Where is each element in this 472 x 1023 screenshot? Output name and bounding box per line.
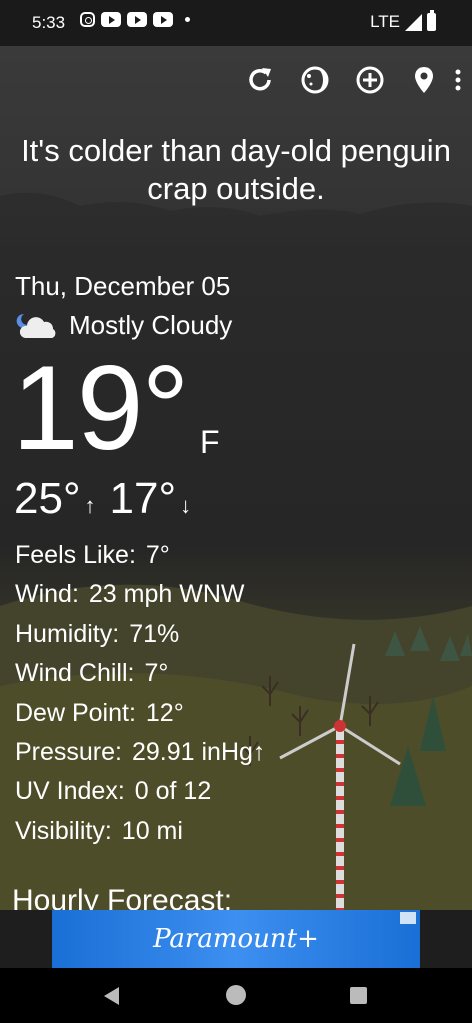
- detail-label: Visibility:: [15, 816, 112, 845]
- refresh-icon[interactable]: [244, 64, 276, 96]
- detail-wind-chill: Wind Chill: 7°: [15, 654, 265, 693]
- system-status: LTE: [370, 10, 436, 32]
- low-temp: 17°: [109, 474, 177, 523]
- detail-label: Wind Chill:: [15, 659, 135, 688]
- high-low-temps: 25° ↑ 17° ↓: [14, 474, 205, 524]
- detail-value: 7°: [144, 659, 169, 688]
- notification-icons: [80, 12, 190, 27]
- detail-value: 29.91 inHg↑: [131, 738, 266, 767]
- youtube-icon: [101, 12, 121, 27]
- ad-banner[interactable]: Paramount+: [52, 910, 420, 968]
- detail-value: 71%: [129, 619, 180, 648]
- home-icon[interactable]: [226, 985, 246, 1005]
- detail-visibility: Visibility: 10 mi: [15, 812, 265, 851]
- arrow-down-icon: ↓: [180, 493, 192, 518]
- status-bar: 5:33 LTE: [0, 0, 472, 46]
- detail-label: Pressure:: [15, 738, 122, 767]
- detail-value: 23 mph WNW: [88, 580, 245, 609]
- weather-tagline: It's colder than day-old penguin crap ou…: [21, 133, 451, 206]
- ad-choices-icon[interactable]: [400, 912, 416, 924]
- navigation-bar: [0, 968, 472, 1023]
- detail-label: Feels Like:: [15, 541, 136, 569]
- weather-details: Feels Like: 7° Wind: 23 mph WNW Humidity: 7…: [15, 536, 265, 851]
- condition-row: Mostly Cloudy: [15, 310, 232, 341]
- back-icon[interactable]: [104, 987, 119, 1005]
- temperature-unit: F: [200, 424, 220, 460]
- forecast-date: Thu, December 05: [15, 271, 231, 301]
- signal-icon: [405, 13, 422, 31]
- instagram-icon: [80, 12, 95, 27]
- status-time: 5:33: [32, 13, 66, 32]
- battery-icon: [427, 10, 436, 31]
- detail-value: 10 mi: [121, 816, 183, 845]
- detail-label: UV Index:: [15, 777, 125, 806]
- hourly-forecast-heading: Hourly Forecast:: [12, 884, 233, 910]
- more-notifications-dot-icon: [185, 17, 190, 22]
- arrow-up-icon: ↑: [84, 493, 96, 518]
- detail-label: Dew Point:: [15, 698, 136, 727]
- youtube-icon: [153, 12, 173, 27]
- add-location-icon[interactable]: [354, 64, 386, 96]
- network-type: LTE: [370, 12, 400, 31]
- detail-dew-point: Dew Point: 12°: [15, 694, 265, 733]
- more-options-icon[interactable]: [450, 64, 466, 96]
- toolbar: [172, 46, 472, 116]
- detail-pressure: Pressure: 29.91 inHg↑: [15, 733, 265, 772]
- detail-value: 12°: [145, 698, 184, 727]
- current-temperature: 19°: [12, 341, 189, 475]
- ad-text: Paramount+: [153, 924, 319, 954]
- mostly-cloudy-night-icon: [16, 313, 56, 338]
- detail-humidity: Humidity: 71%: [15, 615, 265, 654]
- high-temp: 25°: [14, 474, 81, 523]
- moon-phase-icon[interactable]: [299, 64, 331, 96]
- detail-value: 7°: [145, 541, 170, 569]
- detail-label: Humidity:: [15, 619, 120, 648]
- condition-text: Mostly Cloudy: [69, 310, 233, 340]
- detail-label: Wind:: [15, 580, 79, 609]
- weather-scene: It's colder than day-old penguin crap ou…: [0, 46, 472, 910]
- detail-value: 0 of 12: [134, 777, 212, 806]
- detail-wind: Wind: 23 mph WNW: [15, 575, 265, 614]
- location-pin-icon[interactable]: [408, 64, 440, 96]
- detail-uv-index: UV Index: 0 of 12: [15, 772, 265, 811]
- detail-feels-like: Feels Like: 7°: [15, 536, 265, 575]
- recents-icon[interactable]: [350, 987, 367, 1004]
- youtube-icon: [127, 12, 147, 27]
